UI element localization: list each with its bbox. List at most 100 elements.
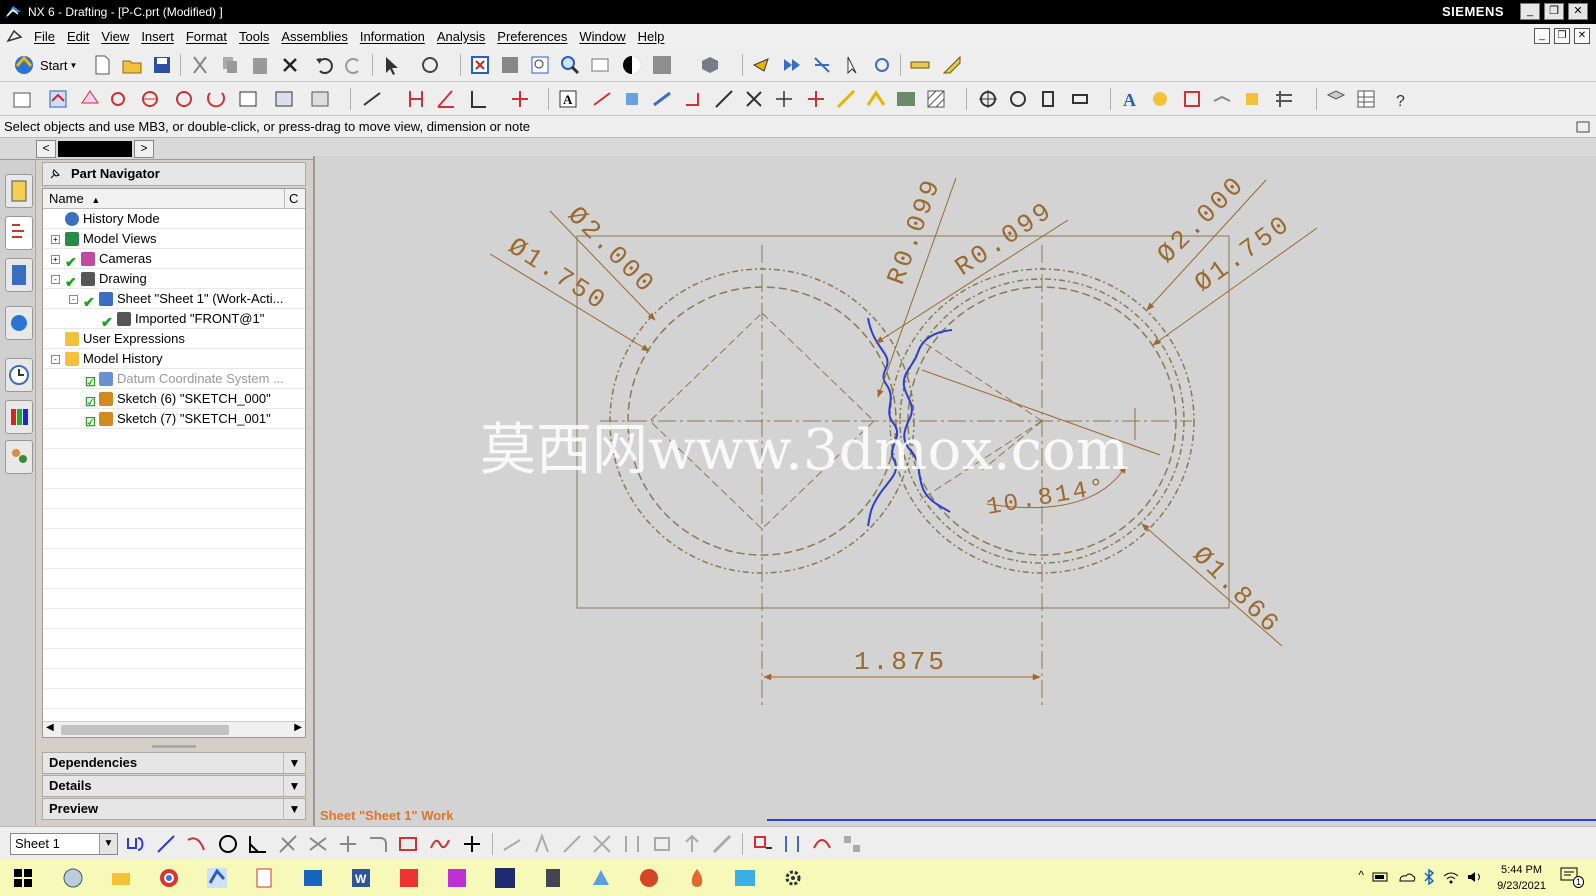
dim-right-outer-dia[interactable]: Ø1.866 bbox=[1186, 540, 1286, 640]
horizontal-dim-icon[interactable] bbox=[404, 87, 428, 111]
app-icon-blue[interactable] bbox=[590, 867, 612, 889]
volume-icon[interactable] bbox=[1466, 870, 1484, 884]
circle-icon[interactable] bbox=[216, 832, 240, 856]
delete-icon[interactable] bbox=[278, 53, 302, 77]
menu-window[interactable]: Window bbox=[573, 29, 631, 44]
chevron-down-icon[interactable]: ▼ bbox=[283, 753, 305, 773]
edit-icon[interactable] bbox=[1068, 87, 1092, 111]
view-operation-icon[interactable] bbox=[418, 53, 442, 77]
dim-r1[interactable]: R0.099 bbox=[881, 174, 947, 289]
render-style-icon[interactable] bbox=[620, 53, 644, 77]
reuse-library-tab[interactable] bbox=[5, 258, 33, 292]
fcf-icon[interactable] bbox=[590, 87, 614, 111]
menu-format[interactable]: Format bbox=[180, 29, 233, 44]
help-tool-icon[interactable]: ? bbox=[1390, 87, 1414, 111]
snap-icon-2[interactable] bbox=[780, 53, 804, 77]
graphics-window[interactable]: Ø1.750 Ø2.000 R0.099 R0.099 Ø2.000 Ø1.75… bbox=[313, 156, 1596, 826]
tree-row[interactable]: ✔ Imported "FRONT@1" bbox=[43, 309, 305, 330]
preview-panel[interactable]: Preview ▼ bbox=[42, 798, 306, 820]
zoom-in-icon[interactable] bbox=[558, 53, 582, 77]
splitter-grip[interactable] bbox=[152, 745, 196, 748]
new-sheet-icon[interactable] bbox=[10, 87, 34, 111]
edit-annotation-icon[interactable] bbox=[1148, 87, 1172, 111]
dimension-icon[interactable] bbox=[360, 87, 384, 111]
weld-symbol-icon[interactable] bbox=[680, 87, 704, 111]
corner-icon[interactable] bbox=[366, 832, 390, 856]
restore-button[interactable]: ❐ bbox=[1544, 3, 1564, 20]
hscroll-thumb[interactable] bbox=[61, 725, 229, 735]
crosshatch-icon[interactable] bbox=[924, 87, 948, 111]
cut-icon[interactable] bbox=[188, 53, 212, 77]
menu-analysis[interactable]: Analysis bbox=[431, 29, 491, 44]
notification-button[interactable]: 1 bbox=[1560, 866, 1584, 888]
paint3d-icon[interactable] bbox=[686, 867, 708, 889]
snap-icon-3[interactable] bbox=[810, 53, 834, 77]
constraint-icon-5[interactable] bbox=[620, 832, 644, 856]
drawing-sheet[interactable]: Ø1.750 Ø2.000 R0.099 R0.099 Ø2.000 Ø1.75… bbox=[315, 156, 1596, 826]
outlook-icon[interactable] bbox=[302, 867, 324, 889]
menu-information[interactable]: Information bbox=[354, 29, 431, 44]
image-icon[interactable] bbox=[894, 87, 918, 111]
utility-symbol-icon[interactable] bbox=[772, 87, 796, 111]
background-icon[interactable] bbox=[650, 53, 674, 77]
custom-symbol-icon[interactable] bbox=[834, 87, 858, 111]
system-materials-tab[interactable] bbox=[5, 400, 33, 434]
save-icon[interactable] bbox=[150, 53, 174, 77]
solitaire-icon[interactable] bbox=[254, 867, 276, 889]
clock[interactable]: 5:44 PM 9/23/2021 bbox=[1497, 862, 1546, 894]
angular-dim-icon[interactable] bbox=[434, 87, 458, 111]
menu-assemblies[interactable]: Assemblies bbox=[275, 29, 353, 44]
constraint-icon-3[interactable] bbox=[560, 832, 584, 856]
menu-file[interactable]: File bbox=[28, 29, 61, 44]
zoom-region-icon[interactable] bbox=[498, 53, 522, 77]
parts-list-icon[interactable] bbox=[1240, 87, 1264, 111]
dim-center-distance[interactable]: 1.875 bbox=[854, 647, 947, 677]
chevron-down-icon[interactable]: ▼ bbox=[283, 776, 305, 796]
detail-view-icon[interactable] bbox=[108, 87, 132, 111]
measure-icon[interactable] bbox=[908, 53, 932, 77]
offset-curve-icon[interactable] bbox=[810, 832, 834, 856]
hole-table-icon[interactable] bbox=[1272, 87, 1296, 111]
assembly-navigator-tab[interactable] bbox=[5, 174, 33, 208]
tree-row[interactable]: User Expressions bbox=[43, 329, 305, 349]
extend-icon[interactable] bbox=[336, 832, 360, 856]
undo-icon[interactable] bbox=[312, 53, 336, 77]
snap-icon-1[interactable] bbox=[750, 53, 774, 77]
paste-icon[interactable] bbox=[248, 53, 272, 77]
globe-icon[interactable] bbox=[62, 867, 84, 889]
scroll-left-icon[interactable]: ◀ bbox=[46, 722, 54, 733]
pin-icon[interactable] bbox=[49, 168, 61, 180]
minimize-button[interactable]: _ bbox=[1520, 3, 1540, 20]
datum-target-icon[interactable] bbox=[650, 87, 674, 111]
amazon-music-icon[interactable] bbox=[494, 867, 516, 889]
nx-taskbar-icon[interactable] bbox=[206, 867, 228, 889]
target-point-icon[interactable] bbox=[804, 87, 828, 111]
table-icon[interactable] bbox=[1354, 87, 1378, 111]
fit-icon[interactable] bbox=[468, 53, 492, 77]
point-icon[interactable] bbox=[460, 832, 484, 856]
revolved-section-icon[interactable] bbox=[204, 87, 228, 111]
c-column-header[interactable]: C bbox=[285, 189, 305, 208]
constraint-icon-2[interactable] bbox=[530, 832, 554, 856]
name-column-header[interactable]: Name ▲ bbox=[43, 189, 285, 208]
constraint-icon-1[interactable] bbox=[500, 832, 524, 856]
surface-finish-icon[interactable] bbox=[712, 87, 736, 111]
tree-row[interactable]: + ✔ Cameras bbox=[43, 249, 305, 270]
break-view-icon[interactable] bbox=[236, 87, 260, 111]
orient-view-icon[interactable] bbox=[698, 53, 722, 77]
tree-row[interactable]: - ✔ Drawing bbox=[43, 269, 305, 290]
symbol-icon[interactable] bbox=[864, 87, 888, 111]
onedrive-icon[interactable] bbox=[1398, 870, 1416, 884]
tree-row[interactable]: ☑ Sketch (7) "SKETCH_001" bbox=[43, 409, 305, 429]
expand-icon[interactable]: + bbox=[51, 255, 60, 264]
menu-view[interactable]: View bbox=[95, 29, 135, 44]
projected-view-icon[interactable] bbox=[78, 87, 102, 111]
chamfer-icon[interactable] bbox=[276, 832, 300, 856]
strip-left-button[interactable]: < bbox=[36, 140, 56, 158]
menu-preferences[interactable]: Preferences bbox=[491, 29, 573, 44]
powerpoint-icon[interactable] bbox=[638, 867, 660, 889]
origin-icon[interactable] bbox=[976, 87, 1000, 111]
selection-icon[interactable] bbox=[380, 53, 404, 77]
roles-tab[interactable] bbox=[5, 440, 33, 474]
note-icon[interactable]: A bbox=[556, 87, 580, 111]
